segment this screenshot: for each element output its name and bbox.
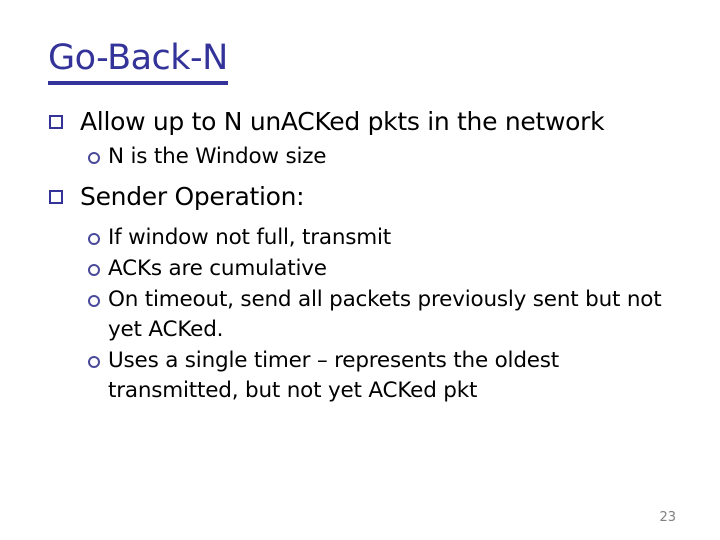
slide-canvas: Go-Back-N Allow up to N unACKed pkts in … [0,0,720,540]
page-number: 23 [659,510,676,525]
bullet-text: Sender Operation: [80,182,305,211]
title-block: Go-Back-N [48,38,228,85]
circle-bullet-icon [88,356,100,368]
page-title: Go-Back-N [48,38,228,85]
circle-bullet-icon [88,264,100,276]
square-bullet-icon [49,115,63,129]
circle-bullet-icon [88,233,100,245]
bullet-list: Allow up to N unACKed pkts in the networ… [48,104,678,407]
circle-bullet-icon [88,152,100,164]
bullet-text: N is the Window size [108,144,327,169]
bullet-item-acks-cumulative: ACKs are cumulative [48,254,678,284]
bullet-item-if-window-not-full: If window not full, transmit [48,223,678,253]
circle-bullet-icon [88,295,100,307]
bullet-text: If window not full, transmit [108,225,392,250]
bullet-item-window-size: N is the Window size [48,142,678,172]
bullet-item-single-timer: Uses a single timer – represents the old… [48,346,678,406]
bullet-item-allow-n-unacked: Allow up to N unACKed pkts in the networ… [48,104,678,140]
bullet-text: ACKs are cumulative [108,256,327,281]
bullet-item-sender-operation: Sender Operation: [48,179,678,215]
bullet-text: Uses a single timer – represents the old… [108,348,560,403]
square-bullet-icon [49,190,63,204]
bullet-item-on-timeout: On timeout, send all packets previously … [48,285,678,345]
bullet-text: Allow up to N unACKed pkts in the networ… [80,107,605,136]
bullet-text: On timeout, send all packets previously … [108,287,662,342]
